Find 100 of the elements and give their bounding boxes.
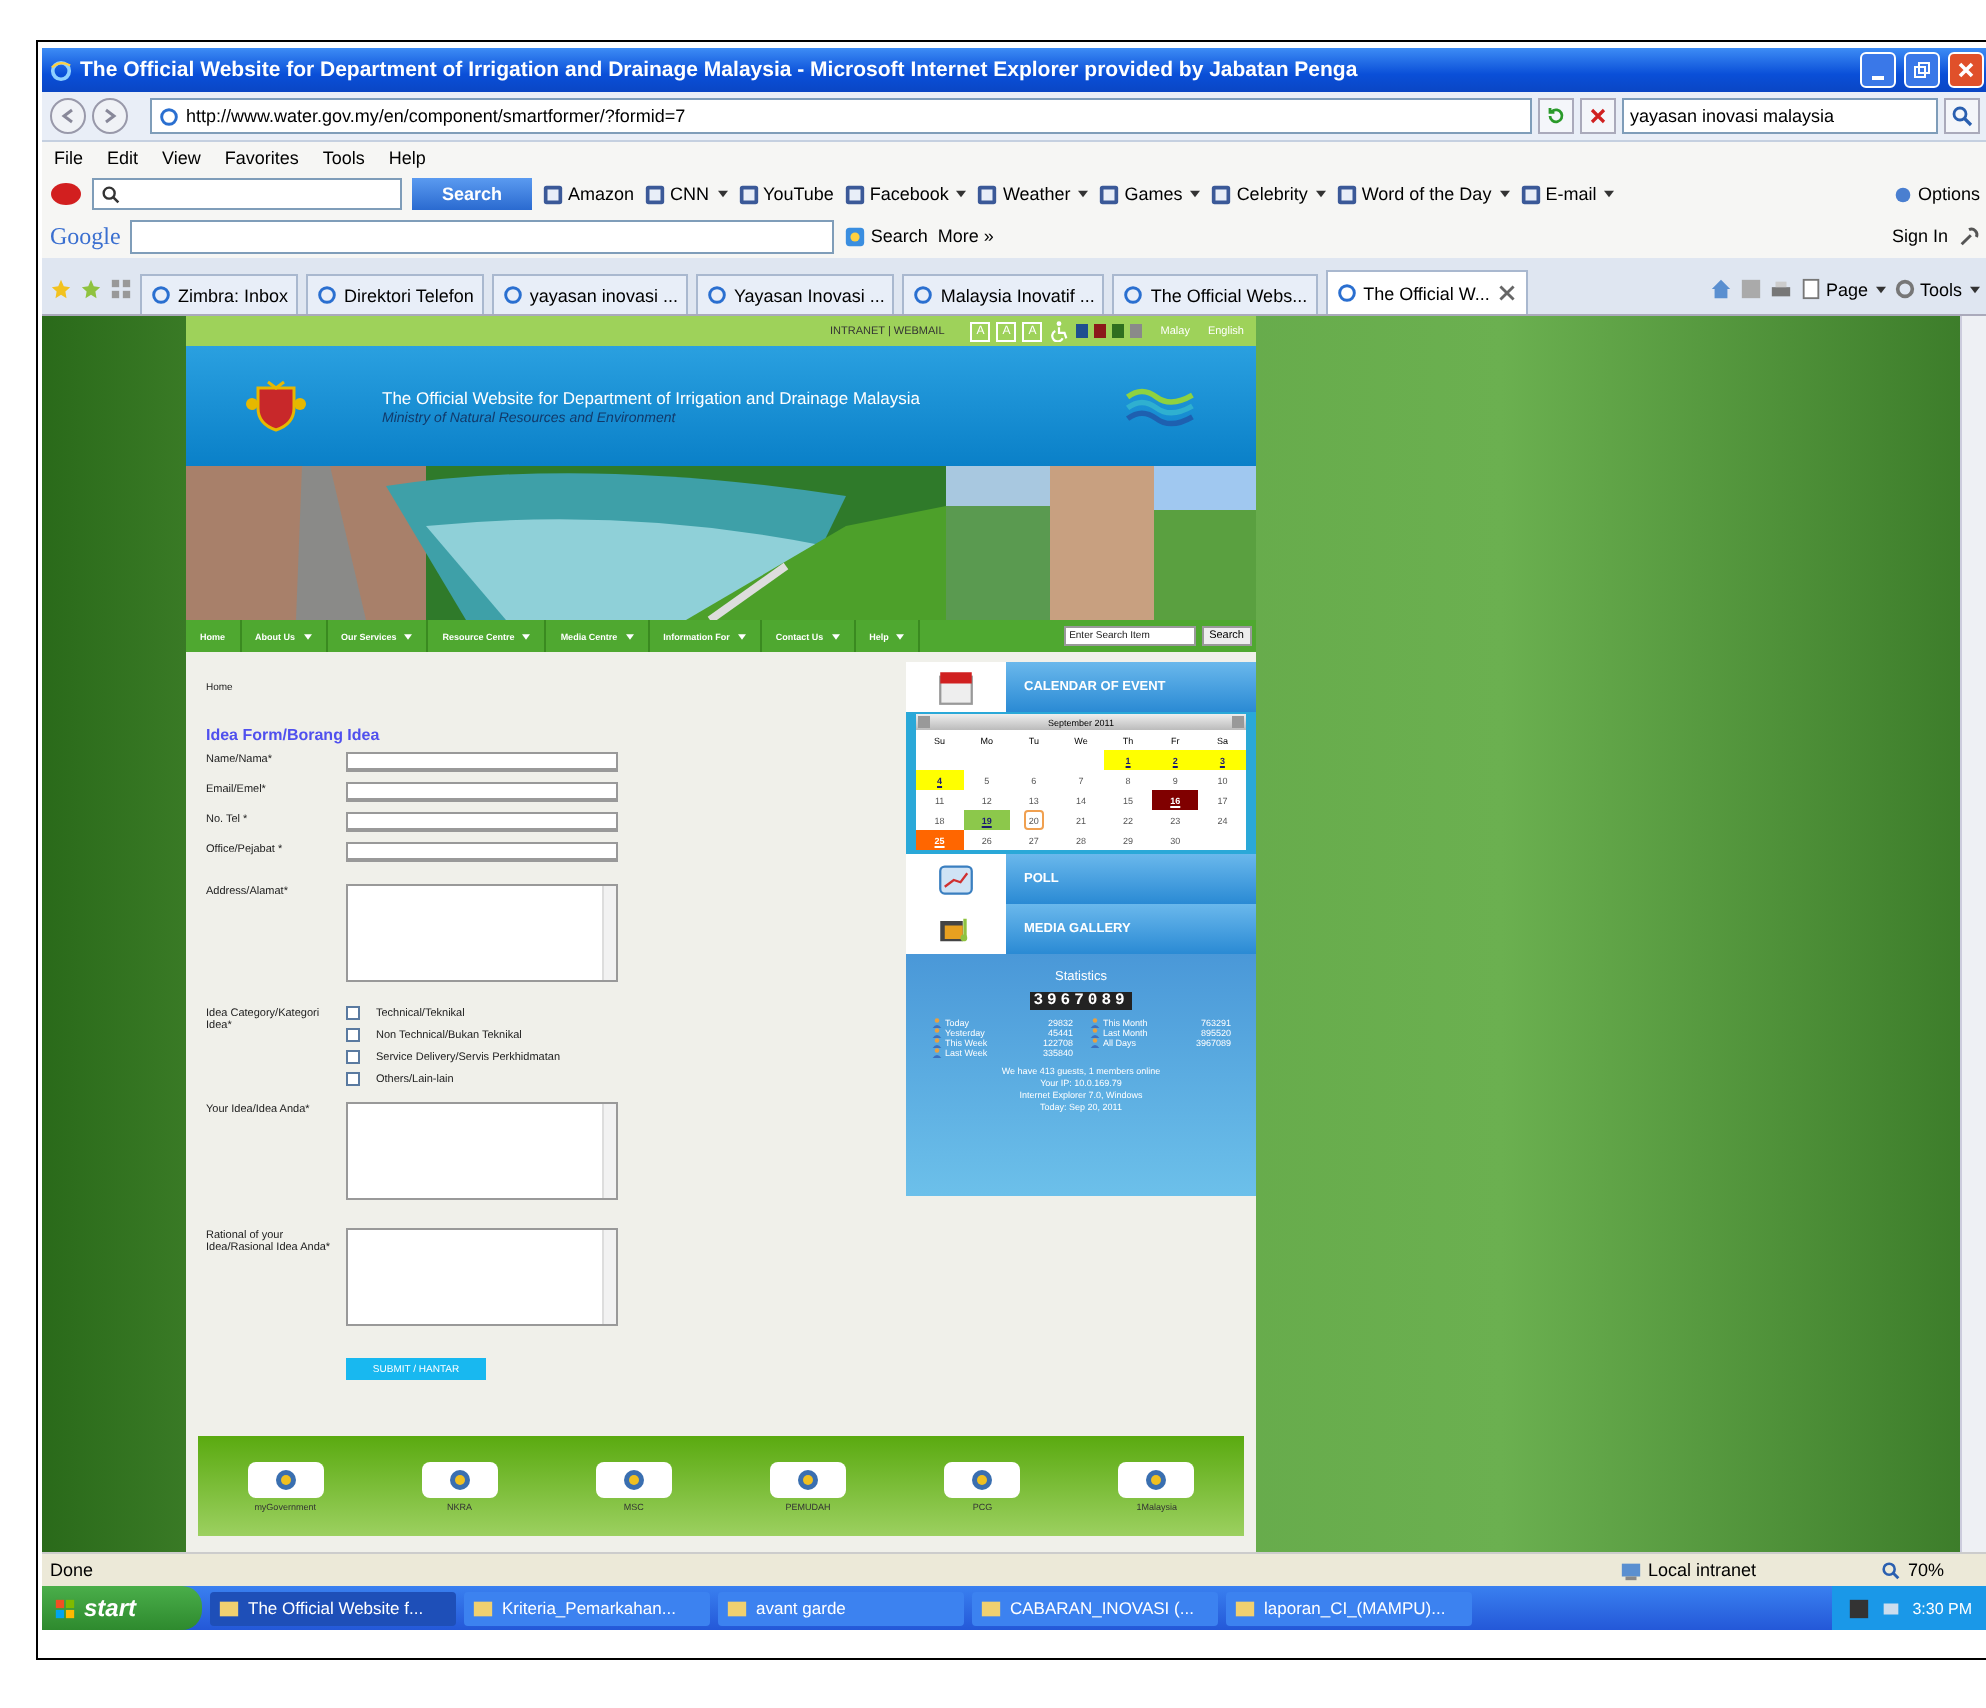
partner-logo[interactable] [770, 1461, 847, 1497]
text-field[interactable] [346, 842, 618, 862]
menu-item[interactable]: File [54, 148, 84, 168]
checkbox[interactable] [346, 1028, 360, 1042]
toolbar-link[interactable]: Word of the Day [1335, 183, 1510, 205]
search-icon [844, 225, 867, 247]
quick-tabs-icon[interactable] [110, 278, 132, 300]
search-icon [1950, 104, 1974, 128]
coat-of-arms-icon [246, 380, 306, 432]
close-icon[interactable] [1495, 282, 1518, 304]
sign-in-link[interactable]: Sign In [1891, 226, 1948, 246]
minimize-icon [1872, 76, 1884, 80]
search-field[interactable]: yayasan inovasi malaysia [1622, 98, 1938, 134]
printer-icon[interactable] [1769, 278, 1792, 300]
page-icon [501, 284, 524, 306]
text-area[interactable] [346, 1102, 618, 1200]
start-button[interactable]: start [42, 1586, 202, 1630]
toolbar-link[interactable]: Facebook [843, 183, 967, 205]
theme-swatch[interactable] [1076, 324, 1089, 338]
caret-icon [737, 633, 746, 639]
menu-item[interactable]: Tools [322, 148, 365, 168]
toolbar-link[interactable]: CNN [644, 183, 728, 205]
browser-tab[interactable]: Yayasan Inovasi ... [695, 274, 895, 314]
scrollbar[interactable] [1960, 316, 1986, 1552]
theme-swatch[interactable] [1130, 324, 1143, 338]
page-icon [1335, 282, 1358, 304]
zoom-icon [1880, 1559, 1902, 1581]
restore-button[interactable] [1904, 52, 1940, 88]
taskbar-button[interactable]: avant garde [718, 1591, 964, 1625]
more-button[interactable]: More » [937, 226, 994, 246]
document-icon [218, 1597, 240, 1619]
toolbar-link[interactable]: E-mail [1519, 183, 1615, 205]
google-search-button[interactable]: Search [844, 225, 928, 247]
partner-logo[interactable] [595, 1461, 672, 1497]
menu-item[interactable]: View [162, 148, 201, 168]
toolbar-link[interactable]: Games [1098, 183, 1201, 205]
taskbar-button[interactable]: laporan_CI_(MAMPU)... [1226, 1591, 1472, 1625]
back-button[interactable] [50, 98, 86, 134]
taskbar-button[interactable]: CABARAN_INOVASI (... [972, 1591, 1218, 1625]
caret-icon [1970, 285, 1980, 293]
browser-tab[interactable]: Malaysia Inovatif ... [902, 274, 1105, 314]
site-icon [644, 183, 667, 205]
toolbar-link[interactable]: YouTube [737, 183, 834, 205]
taskbar-button[interactable]: Kriteria_Pemarkahan... [464, 1591, 710, 1625]
caret-icon [1190, 190, 1201, 198]
partner-logo[interactable] [944, 1461, 1021, 1497]
checkbox[interactable] [346, 1072, 360, 1086]
taskbar-button[interactable]: The Official Website f... [210, 1591, 456, 1625]
chart-board-icon [938, 861, 974, 897]
tools-menu[interactable]: Tools [1893, 278, 1980, 300]
browser-tab[interactable]: The Official Webs... [1112, 274, 1318, 314]
stop-icon [1586, 104, 1610, 128]
checkbox[interactable] [346, 1050, 360, 1064]
visitor-counter: 3967089 [1029, 992, 1133, 1010]
page-icon [705, 284, 728, 306]
menu-item[interactable]: Favorites [224, 148, 299, 168]
browser-tab[interactable]: yayasan inovasi ... [491, 274, 688, 314]
partner-logo[interactable] [421, 1461, 498, 1497]
close-button[interactable] [1948, 52, 1984, 88]
browser-tab[interactable]: The Official W... [1325, 270, 1528, 314]
ask-logo-icon [50, 182, 82, 206]
partner-logo[interactable] [1118, 1461, 1195, 1497]
forward-button[interactable] [92, 98, 128, 134]
ask-search-button[interactable]: Search [412, 178, 532, 210]
browser-tab[interactable]: Direktori Telefon [306, 274, 484, 314]
search-button[interactable] [1944, 98, 1980, 134]
toolbar-link[interactable]: Weather [976, 183, 1089, 205]
document-icon [980, 1597, 1002, 1619]
menu-item[interactable]: Help [388, 148, 426, 168]
security-zone: Local intranet [1620, 1559, 1880, 1581]
browser-tab[interactable]: Zimbra: Inbox [140, 274, 299, 314]
toolbar-link[interactable]: Amazon [542, 183, 635, 205]
checkbox[interactable] [346, 1006, 360, 1020]
text-field[interactable] [346, 782, 618, 802]
options-button[interactable]: Options [1891, 183, 1980, 205]
google-search-field[interactable] [130, 219, 835, 253]
page-icon [912, 284, 935, 306]
text-field[interactable] [346, 752, 618, 772]
partner-logo[interactable] [247, 1461, 324, 1497]
ask-search-field[interactable] [92, 178, 402, 210]
text-area[interactable] [346, 1228, 618, 1326]
refresh-button[interactable] [1538, 98, 1574, 134]
tray-icon[interactable] [1848, 1597, 1871, 1619]
stop-button[interactable] [1580, 98, 1616, 134]
home-icon[interactable] [1709, 278, 1732, 300]
monitor-icon [1620, 1559, 1642, 1581]
text-field[interactable] [346, 812, 618, 832]
toolbar-link[interactable]: Celebrity [1210, 183, 1326, 205]
menu-item[interactable]: Edit [107, 148, 139, 168]
address-field[interactable]: http://www.water.gov.my/en/component/smartformer/?formid=7 [150, 98, 1532, 134]
text-area[interactable] [346, 884, 618, 982]
minimize-button[interactable] [1860, 52, 1896, 88]
page-menu[interactable]: Page [1799, 278, 1886, 300]
zoom-level[interactable]: 70% [1880, 1559, 1980, 1581]
star-icon[interactable] [50, 278, 72, 300]
calendar-icon [938, 669, 974, 705]
feed-icon[interactable] [1739, 278, 1762, 300]
wrench-icon[interactable] [1958, 225, 1980, 247]
theme-swatch[interactable] [1112, 324, 1125, 338]
theme-swatch[interactable] [1094, 324, 1107, 338]
